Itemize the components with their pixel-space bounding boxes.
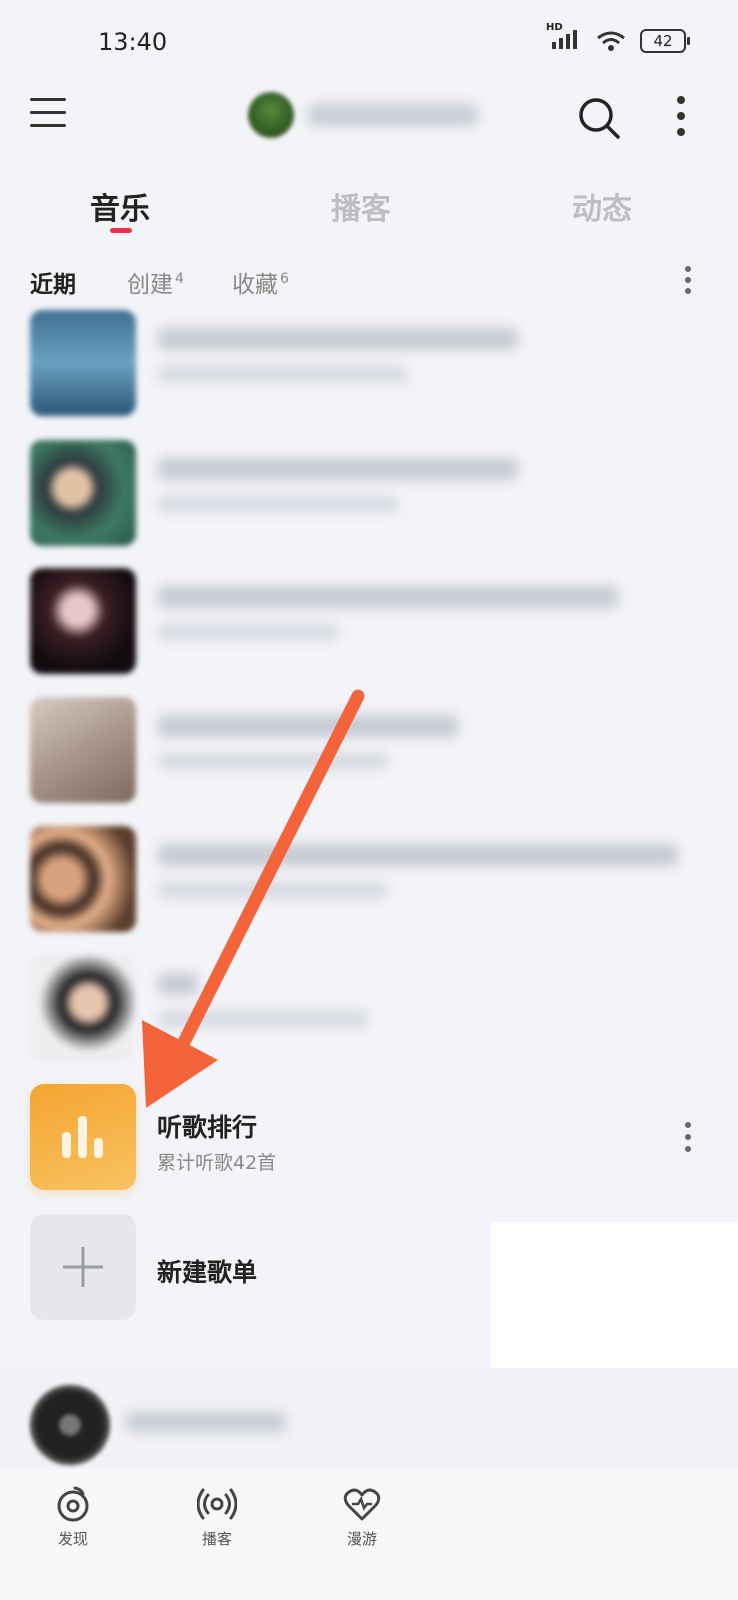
nav-roaming[interactable]: 漫游 bbox=[317, 1484, 407, 1549]
nav-discover[interactable]: 发现 bbox=[28, 1484, 118, 1549]
podcast-icon bbox=[197, 1488, 237, 1520]
roaming-heart-icon bbox=[343, 1488, 381, 1521]
now-playing-title-blurred bbox=[126, 1412, 286, 1432]
netease-discover-icon bbox=[57, 1486, 89, 1522]
now-playing-disc[interactable] bbox=[30, 1385, 110, 1465]
annotation-arrow bbox=[142, 689, 365, 1108]
mini-player[interactable] bbox=[0, 1368, 738, 1468]
nav-podcast[interactable]: 播客 bbox=[172, 1484, 262, 1549]
